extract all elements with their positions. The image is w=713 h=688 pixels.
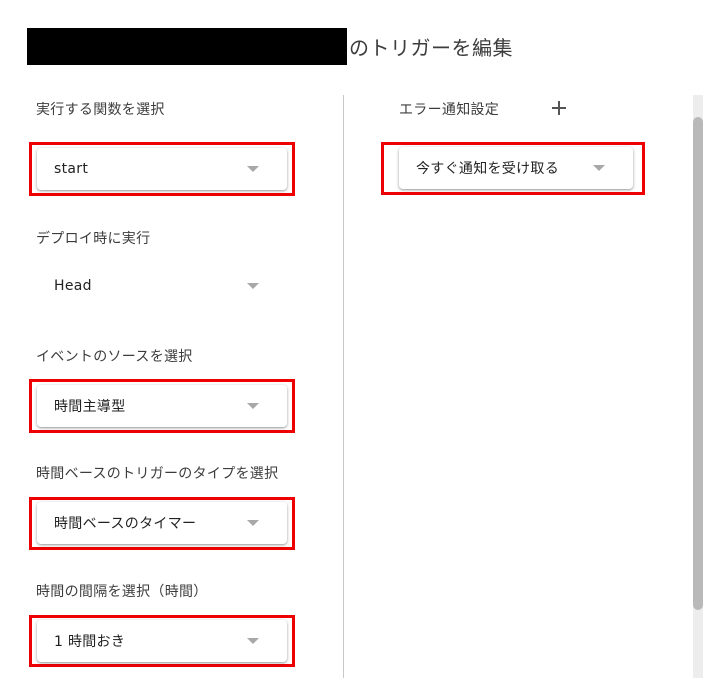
scrollbar-thumb[interactable]	[693, 117, 703, 610]
caret-down-icon	[247, 403, 259, 409]
error-notification-label: エラー通知設定	[399, 102, 500, 118]
caret-down-icon	[247, 520, 259, 526]
event-source-select[interactable]: 時間主導型	[37, 385, 287, 427]
function-select[interactable]: start	[37, 148, 287, 190]
trigger-type-label: 時間ベースのトリガーのタイプを選択	[36, 466, 279, 482]
deployment-select[interactable]: Head	[37, 265, 287, 307]
caret-down-icon	[247, 638, 259, 644]
left-column: 実行する関数を選択 start デプロイ時に実行 Head イベントのソースを選…	[0, 90, 343, 688]
redacted-project-name	[27, 28, 347, 65]
dialog-title: のトリガーを編集	[27, 28, 513, 65]
notification-select[interactable]: 今すぐ通知を受け取る	[399, 147, 633, 189]
plus-icon[interactable]	[549, 98, 569, 118]
interval-select-value: 1 時間おき	[54, 634, 126, 650]
function-select-value: start	[54, 161, 89, 177]
interval-select[interactable]: 1 時間おき	[37, 620, 287, 662]
caret-down-icon	[593, 165, 605, 171]
event-source-select-value: 時間主導型	[54, 399, 126, 415]
trigger-type-select[interactable]: 時間ベースのタイマー	[37, 502, 287, 544]
deployment-select-value: Head	[54, 278, 92, 294]
interval-label: 時間の間隔を選択（時間）	[36, 584, 208, 600]
title-text: のトリガーを編集	[349, 36, 513, 60]
caret-down-icon	[247, 283, 259, 289]
deployment-label: デプロイ時に実行	[36, 231, 151, 247]
trigger-type-select-value: 時間ベースのタイマー	[54, 516, 197, 532]
event-source-label: イベントのソースを選択	[36, 349, 193, 365]
function-label: 実行する関数を選択	[36, 102, 165, 118]
notification-select-value: 今すぐ通知を受け取る	[416, 161, 559, 177]
caret-down-icon	[247, 166, 259, 172]
right-column: エラー通知設定 今すぐ通知を受け取る	[344, 90, 684, 688]
